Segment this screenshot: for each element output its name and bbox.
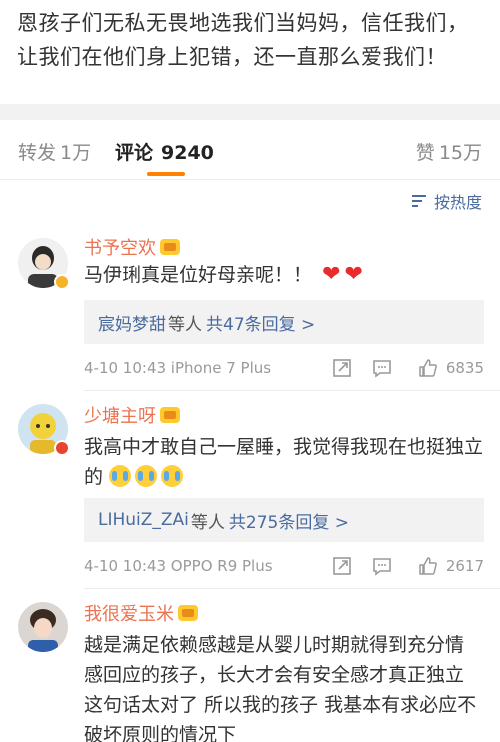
- heart-emoji-icon: ❤: [322, 262, 341, 287]
- comment-text: 越是满足依赖感越是从婴儿时期就得到充分情感回应的孩子，长大才会有安全感才真正独立…: [84, 630, 480, 742]
- reply-count[interactable]: 共47条回复 >: [206, 310, 315, 335]
- like-count: 6835: [445, 359, 484, 377]
- reply-count[interactable]: 共275条回复 >: [229, 508, 349, 533]
- comment-meta: 4-10 10:43 iPhone 7 Plus 6835: [84, 356, 484, 380]
- comment-icon[interactable]: [372, 556, 392, 576]
- reply-user[interactable]: 宸妈梦甜: [98, 310, 166, 335]
- tab-bar: 转发 1万 评论 9240 赞 15万: [0, 120, 500, 180]
- comment-divider: [84, 588, 500, 589]
- tab-like[interactable]: 赞 15万: [416, 138, 482, 165]
- crying-emoji-icon: [135, 465, 158, 487]
- reply-summary[interactable]: LIHuiZ_ZAi 等人 共275条回复 >: [84, 498, 484, 542]
- verified-badge-icon: [54, 274, 70, 290]
- share-icon[interactable]: [332, 358, 352, 378]
- author-name: 书予空欢: [84, 238, 156, 259]
- comment-divider: [84, 390, 500, 391]
- avatar[interactable]: [18, 602, 68, 652]
- reply-summary[interactable]: 宸妈梦甜 等人 共47条回复 >: [84, 300, 484, 344]
- comment-text-body: 马伊琍真是位好母亲呢！！: [84, 264, 313, 286]
- comment-author[interactable]: 少塘主呀: [84, 402, 180, 428]
- post-text: 恩孩子们无私无畏地选我们当妈妈，信任我们，让我们在他们身上犯错，还一直那么爱我们…: [17, 11, 469, 69]
- reply-mid: 等人: [190, 512, 225, 533]
- reply-mid: 等人: [168, 314, 202, 335]
- tab-repost-label: 转发: [18, 142, 57, 164]
- share-icon[interactable]: [332, 556, 352, 576]
- comment-icon[interactable]: [372, 358, 392, 378]
- tab-like-label: 赞: [415, 142, 435, 164]
- comment-time: 4-10 10:43 iPhone 7 Plus: [84, 359, 272, 377]
- like-icon[interactable]: [418, 358, 438, 378]
- member-crown-icon: [160, 239, 180, 255]
- sort-icon: [411, 193, 428, 209]
- author-name: 少塘主呀: [84, 406, 156, 427]
- comment-author[interactable]: 书予空欢: [84, 234, 180, 260]
- like-icon[interactable]: [418, 556, 438, 576]
- tab-comment-label: 评论: [115, 142, 154, 164]
- comment-text: 我高中才敢自己一屋睡，我觉得我现在也挺独立的: [84, 432, 484, 492]
- member-crown-icon: [160, 407, 180, 423]
- sort-label: 按热度: [433, 193, 482, 212]
- tab-comment-count: 9240: [161, 142, 214, 164]
- heart-emoji-icon: ❤: [344, 262, 363, 287]
- reply-user[interactable]: LIHuiZ_ZAi: [98, 510, 189, 530]
- comment-text: 马伊琍真是位好母亲呢！！ ❤ ❤: [84, 260, 484, 290]
- crying-emoji-icon: [161, 465, 184, 487]
- tab-comment[interactable]: 评论 9240: [115, 138, 214, 165]
- active-tab-indicator: [147, 172, 185, 176]
- comment-author[interactable]: 我很爱玉米: [84, 600, 198, 626]
- comment-time: 4-10 10:43 OPPO R9 Plus: [84, 557, 273, 575]
- like-count: 2617: [445, 557, 484, 575]
- tab-repost[interactable]: 转发 1万: [18, 138, 91, 165]
- comment-meta: 4-10 10:43 OPPO R9 Plus 2617: [84, 554, 484, 578]
- tab-repost-count: 1万: [60, 142, 92, 164]
- sort-button[interactable]: 按热度: [411, 190, 482, 212]
- author-name: 我很爱玉米: [84, 604, 174, 625]
- tab-like-count: 15万: [438, 142, 482, 164]
- member-badge-icon: [54, 440, 70, 456]
- crying-emoji-icon: [109, 465, 132, 487]
- member-crown-icon: [178, 605, 198, 621]
- section-divider: [0, 104, 500, 120]
- comment-text-body: 越是满足依赖感越是从婴儿时期就得到充分情感回应的孩子，长大才会有安全感才真正独立…: [84, 634, 477, 742]
